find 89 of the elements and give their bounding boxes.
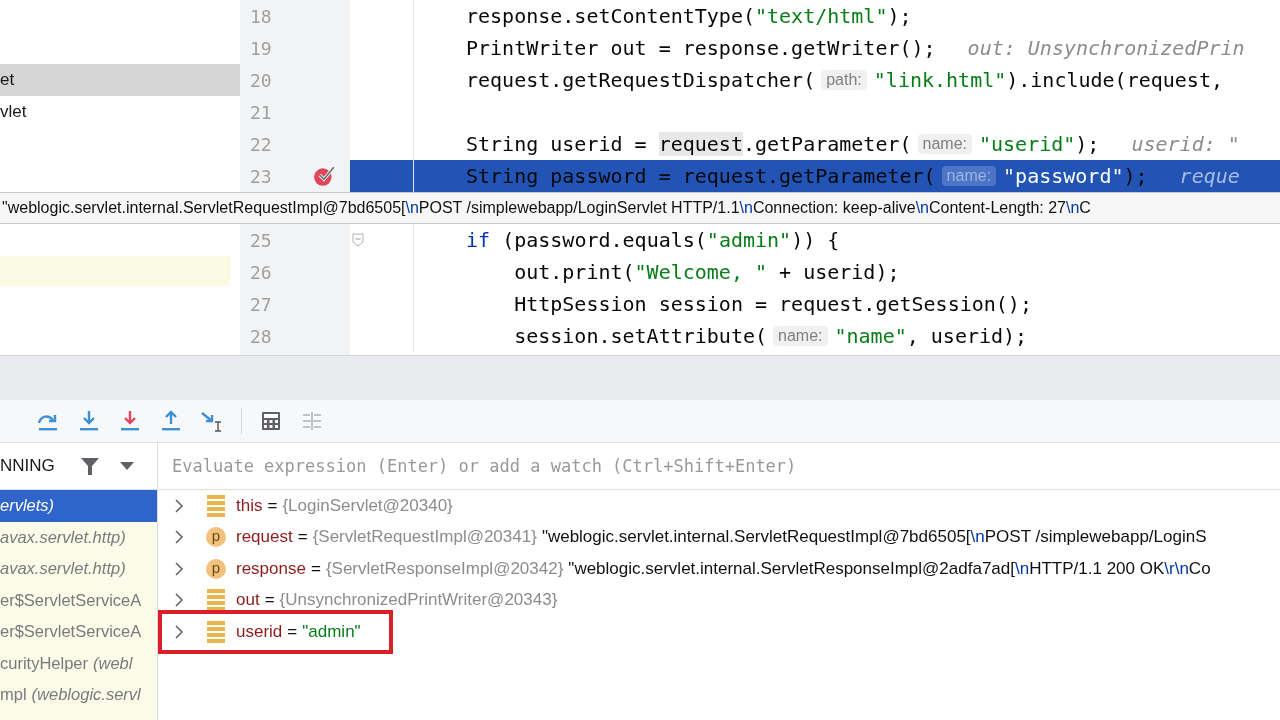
run-to-cursor-icon[interactable] [200, 409, 224, 433]
line-number: 19 [249, 37, 273, 59]
parameter-badge: p [206, 527, 226, 548]
variable-name: out [236, 590, 260, 611]
object-reference: {ServletResponseImpl@20342} [325, 558, 564, 579]
code-text: ); [1075, 132, 1100, 156]
line-number: 27 [249, 293, 273, 315]
string-literal: "userid" [979, 132, 1076, 156]
field-icon [207, 494, 225, 517]
variable-name: this [236, 495, 263, 516]
inline-value: reque [1179, 164, 1240, 188]
code-text: ).include(request, [1006, 68, 1223, 92]
assignment-sign: = [267, 495, 278, 516]
code-text: String password = request.getParameter( [466, 164, 936, 188]
code-text: out.print( [513, 260, 635, 284]
expand-icon[interactable] [174, 497, 184, 514]
code-text: .getParameter( [742, 132, 912, 156]
assignment-sign: = [264, 590, 275, 611]
expand-icon[interactable] [174, 624, 184, 640]
step-out-icon[interactable] [159, 409, 183, 433]
line-number: 25 [249, 229, 273, 251]
line-number: 21 [249, 101, 273, 123]
code-text: HttpSession session = request.getSession(); [513, 292, 1032, 316]
dropdown-caret-icon[interactable] [120, 462, 134, 470]
line-number: 20 [249, 69, 273, 91]
parameter-hint: path: [821, 70, 867, 90]
code-text: session.setAttribute( [513, 324, 768, 348]
code-text: + userid); [778, 260, 900, 284]
line-number: 18 [249, 5, 273, 27]
calculator-icon[interactable] [259, 409, 283, 433]
inline-value: out: UnsynchronizedPrin [967, 36, 1245, 60]
inline-value: userid: " [1131, 132, 1240, 156]
string-literal: "password" [1003, 164, 1124, 188]
parameter-hint: name: [773, 326, 828, 346]
variable-name: userid [236, 622, 283, 642]
stack-frame[interactable]: mpl (weblogic.servl [0, 679, 157, 711]
string-literal: "Welcome, " [634, 260, 768, 284]
line-number: 23 [249, 165, 273, 187]
variable-value: "weblogic.servlet.internal.ServletRequestImpl@7bd6505[\nPOST /simplewebapp/LoginS [541, 527, 1207, 548]
stack-frame[interactable]: avax.servlet.http) [0, 521, 157, 553]
parameter-hint: name: [917, 134, 972, 154]
keyword: if [466, 228, 491, 252]
tree-item[interactable]: vlet [0, 96, 240, 128]
string-literal: "admin" [706, 228, 792, 252]
variable-name: response [236, 558, 306, 579]
parameter-badge: p [206, 558, 226, 579]
assignment-sign: = [297, 527, 308, 548]
code-text: request.getRequestDispatcher( [466, 68, 816, 92]
parameter-hint: name: [941, 166, 997, 186]
step-into-icon[interactable] [77, 409, 101, 433]
string-literal: "text/html" [755, 4, 888, 28]
object-reference: {UnsynchronizedPrintWriter@20343} [279, 590, 558, 611]
code-text: )) { [791, 228, 840, 252]
stack-frame[interactable]: avax.servlet.http) [0, 553, 157, 585]
variable-value: "admin" [302, 622, 361, 642]
filter-icon[interactable] [80, 456, 100, 476]
line-number: 28 [249, 325, 273, 347]
line-number: 26 [249, 261, 273, 283]
code-text: PrintWriter out = response.getWriter(); [466, 36, 936, 60]
code-text: ); [887, 4, 912, 28]
object-reference: {LoginServlet@20340} [282, 495, 453, 516]
highlighted-usage: request [658, 132, 743, 156]
string-literal: "link.html" [873, 68, 1007, 92]
stack-frame[interactable]: er$ServletServiceA [0, 584, 157, 616]
stack-frame[interactable]: ervlets) [0, 490, 157, 522]
code-text: ); [1123, 164, 1148, 188]
stack-frame[interactable]: er$ServletServiceA [0, 616, 157, 648]
code-text: , userid); [906, 324, 1028, 348]
string-literal: "name" [834, 324, 907, 348]
code-text: String userid = [466, 132, 648, 156]
expand-icon[interactable] [174, 560, 184, 577]
tree-item[interactable]: et [0, 64, 240, 96]
breakpoint-icon[interactable] [313, 165, 337, 187]
thread-status: NNING [0, 456, 56, 476]
stack-frame[interactable]: curityHelper (webl [0, 647, 157, 679]
code-text: (password.equals( [501, 228, 707, 252]
code-text: response.setContentType( [466, 4, 755, 28]
field-icon [207, 589, 225, 612]
object-reference: {ServletRequestImpl@20341} [312, 527, 537, 548]
assignment-sign: = [310, 558, 321, 579]
variable-value: "weblogic.servlet.internal.ServletResponseImpl@2adfa7ad[\nHTTP/1.1 200 OK\r\nCo [568, 558, 1211, 579]
force-step-into-icon[interactable] [118, 409, 142, 433]
value-tooltip: "weblogic.servlet.internal.ServletRequestImpl@7bd6505[\nPOST /simplewebapp/LoginServlet HTTP/1.1\nConnection: keep-alive\nContent-Length: 27\nC [0, 192, 1280, 224]
field-icon [207, 621, 225, 643]
variable-name: request [236, 527, 293, 548]
assignment-sign: = [287, 622, 298, 642]
expand-icon[interactable] [174, 592, 184, 609]
line-number: 22 [249, 133, 273, 155]
expand-icon[interactable] [174, 529, 184, 546]
